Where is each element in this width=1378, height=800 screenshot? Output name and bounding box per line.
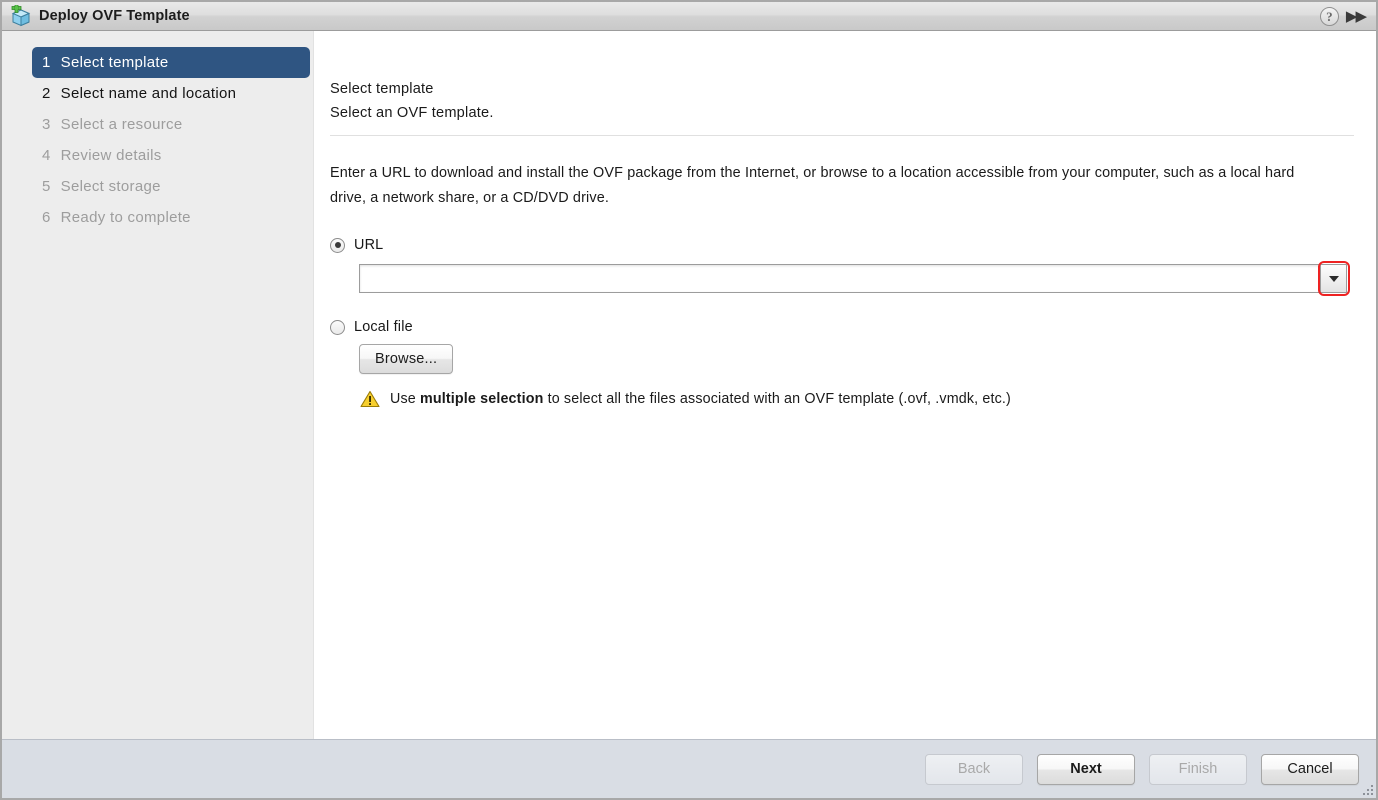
- warning-triangle-icon: [360, 390, 380, 408]
- url-input[interactable]: [359, 264, 1320, 293]
- url-input-row: [359, 261, 1350, 296]
- dialog-footer: Back Next Finish Cancel: [2, 739, 1376, 798]
- hint-text-after: to select all the files associated with …: [543, 391, 1011, 407]
- sidebar-step-select-storage: 5 Select storage: [32, 171, 307, 202]
- instructions-text: Enter a URL to download and install the …: [330, 165, 1295, 206]
- url-radio-row[interactable]: URL: [330, 237, 1354, 253]
- wizard-content-pane: Select template Select an OVF template. …: [314, 31, 1376, 739]
- sidebar-step-select-template[interactable]: 1 Select template: [32, 47, 310, 78]
- sidebar-step-select-a-resource: 3 Select a resource: [32, 109, 307, 140]
- next-button[interactable]: Next: [1037, 753, 1135, 785]
- sidebar-step-review-details: 4 Review details: [32, 140, 307, 171]
- deploy-ovf-template-dialog: Deploy OVF Template ? ▶▶ 1 Select templa…: [0, 0, 1378, 800]
- resize-grip-icon[interactable]: [1361, 783, 1374, 796]
- hint-text-before: Use: [390, 391, 420, 407]
- step-label: Ready to complete: [60, 209, 191, 226]
- cancel-button[interactable]: Cancel: [1261, 753, 1359, 785]
- url-dropdown-button[interactable]: [1320, 264, 1347, 293]
- local-file-radio-button[interactable]: [330, 319, 345, 335]
- wizard-steps-sidebar: 1 Select template 2 Select name and loca…: [2, 31, 314, 739]
- ovf-package-add-icon: [10, 5, 32, 27]
- local-file-radio-label: Local file: [354, 319, 413, 335]
- back-button[interactable]: Back: [925, 753, 1023, 785]
- header-divider: [330, 135, 1354, 136]
- dialog-title-bar: Deploy OVF Template ? ▶▶: [2, 2, 1376, 31]
- browse-button[interactable]: Browse...: [359, 344, 454, 374]
- title-bar-actions: ? ▶▶: [1319, 6, 1370, 26]
- step-label: Select storage: [60, 178, 161, 195]
- finish-button[interactable]: Finish: [1149, 753, 1247, 785]
- sidebar-step-select-name-and-location[interactable]: 2 Select name and location: [32, 78, 307, 109]
- chevron-down-icon: [1328, 275, 1339, 282]
- step-number: 6: [42, 209, 51, 226]
- sidebar-step-ready-to-complete: 6 Ready to complete: [32, 202, 307, 233]
- url-dropdown-wrapper: [1318, 261, 1350, 296]
- hint-text-bold: multiple selection: [420, 391, 544, 407]
- step-number: 3: [42, 116, 51, 133]
- step-label: Select template: [60, 54, 169, 71]
- multiple-selection-hint-text: Use multiple selection to select all the…: [390, 391, 1011, 407]
- content-header: Select template Select an OVF template.: [330, 77, 1354, 136]
- page-subtitle: Select an OVF template.: [330, 105, 494, 121]
- dialog-title: Deploy OVF Template: [39, 8, 190, 24]
- url-radio-button[interactable]: [330, 237, 345, 253]
- multiple-selection-hint: Use multiple selection to select all the…: [360, 390, 1354, 408]
- collapse-chevrons-icon[interactable]: ▶▶: [1346, 9, 1368, 24]
- step-number: 2: [42, 85, 51, 102]
- step-label: Select name and location: [60, 85, 237, 102]
- step-label: Review details: [60, 147, 162, 164]
- browse-row: Browse...: [359, 344, 1354, 374]
- dialog-body: 1 Select template 2 Select name and loca…: [2, 31, 1376, 739]
- url-radio-label: URL: [354, 237, 384, 253]
- step-number: 1: [42, 54, 51, 71]
- step-number: 4: [42, 147, 51, 164]
- local-file-radio-row[interactable]: Local file: [330, 319, 1354, 335]
- step-number: 5: [42, 178, 51, 195]
- step-label: Select a resource: [60, 116, 183, 133]
- page-title: Select template: [330, 81, 434, 97]
- help-icon[interactable]: ?: [1319, 6, 1339, 26]
